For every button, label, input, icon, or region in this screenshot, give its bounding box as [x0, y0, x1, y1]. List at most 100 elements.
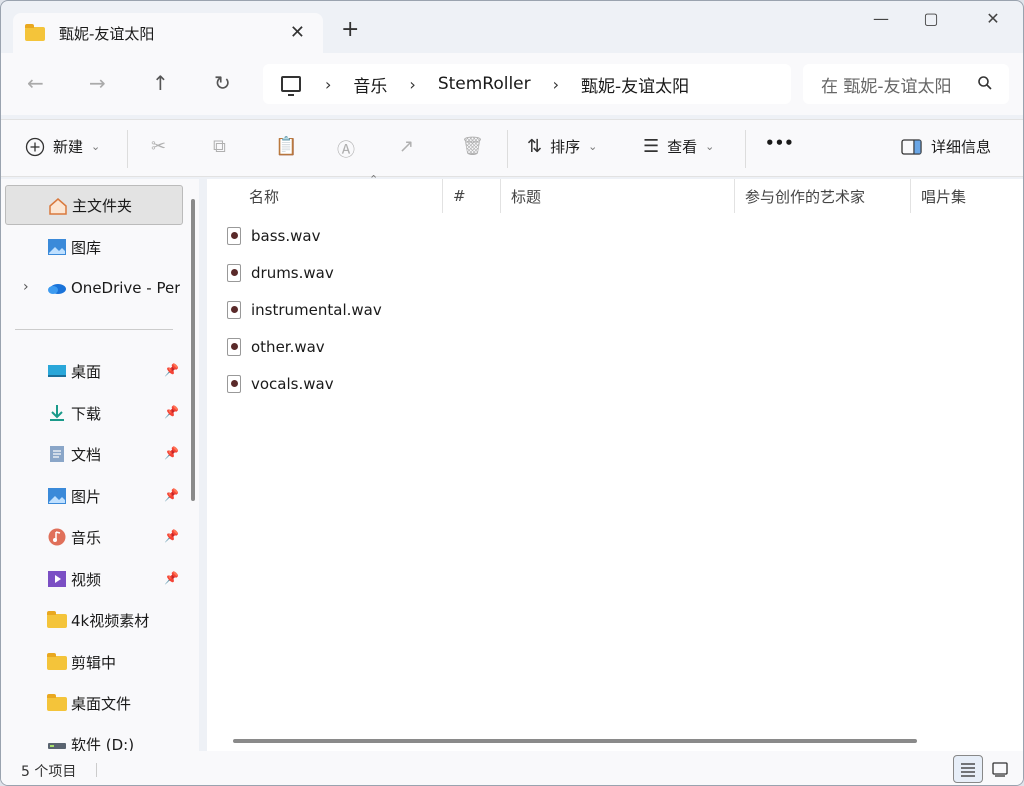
cut-icon[interactable]: ✂ [151, 136, 174, 157]
sidebar-divider [15, 329, 173, 330]
file-pane-scrollbar[interactable] [233, 739, 917, 743]
sidebar-item-pictures[interactable]: 图片 📌 [5, 476, 183, 516]
gallery-icon [48, 239, 66, 255]
chevron-right-icon[interactable]: › [325, 75, 331, 94]
column-header-artists[interactable]: 参与创作的艺术家 [735, 179, 911, 213]
sort-button[interactable]: ⇅ 排序 ⌄ [527, 136, 597, 157]
copy-icon[interactable]: ⧉ [213, 136, 234, 157]
back-arrow-icon[interactable]: ← [27, 71, 44, 95]
delete-icon[interactable]: 🗑 [461, 136, 492, 157]
pin-icon[interactable]: 📌 [164, 488, 179, 502]
chevron-right-icon[interactable]: › [23, 279, 29, 295]
file-row[interactable]: bass.wav [227, 219, 320, 253]
search-input[interactable]: 在 甄妮-友谊太阳 [803, 64, 1009, 104]
paste-icon[interactable]: 📋 [275, 136, 305, 157]
tab-title: 甄妮-友谊太阳 [59, 24, 155, 43]
breadcrumb-item[interactable]: StemRoller [438, 74, 531, 94]
file-row[interactable]: other.wav [227, 330, 325, 364]
divider [96, 763, 97, 777]
desktop-icon [48, 365, 66, 377]
tab-current-folder[interactable]: 甄妮-友谊太阳 ✕ [13, 13, 323, 53]
breadcrumb-item[interactable]: 甄妮-友谊太阳 [581, 72, 689, 97]
file-name: vocals.wav [251, 375, 334, 393]
sidebar-item-onedrive[interactable]: › OneDrive - Per [5, 268, 183, 308]
pin-icon[interactable]: 📌 [164, 363, 179, 377]
details-view-icon [961, 763, 975, 777]
file-row[interactable]: instrumental.wav [227, 293, 382, 327]
sidebar-item-home[interactable]: 主文件夹 [5, 185, 183, 225]
sidebar-item-gallery[interactable]: 图库 [5, 227, 183, 267]
pin-icon[interactable]: 📌 [164, 571, 179, 585]
view-button[interactable]: ☰ 查看 ⌄ [643, 136, 714, 157]
file-row[interactable]: vocals.wav [227, 367, 334, 401]
pin-icon[interactable]: 📌 [164, 446, 179, 460]
new-button[interactable]: 新建 ⌄ [25, 136, 100, 157]
column-header-number[interactable]: # [443, 179, 501, 213]
sidebar-item-folder[interactable]: 桌面文件 [5, 683, 183, 723]
pin-icon[interactable]: 📌 [164, 529, 179, 543]
column-header-name[interactable]: ⌃ 名称 [239, 173, 443, 213]
audio-file-icon [227, 375, 241, 393]
sidebar-item-desktop[interactable]: 桌面 📌 [5, 351, 183, 391]
chevron-right-icon[interactable]: › [409, 75, 415, 94]
folder-icon [47, 653, 67, 671]
column-header-album[interactable]: 唱片集 [911, 179, 1023, 213]
home-icon [49, 198, 67, 215]
pictures-icon [48, 488, 66, 504]
onedrive-icon [48, 284, 66, 294]
details-pane-button[interactable]: 详细信息 [901, 136, 991, 157]
folder-icon [47, 694, 67, 712]
minimize-button[interactable]: — [856, 9, 906, 28]
new-tab-button[interactable]: + [341, 17, 359, 42]
view-label: 查看 [667, 138, 698, 156]
breadcrumb: › 音乐 › StemRoller › 甄妮-友谊太阳 [325, 72, 711, 97]
refresh-icon[interactable]: ↻ [214, 71, 231, 95]
sidebar-item-music[interactable]: 音乐 📌 [5, 517, 183, 557]
sidebar-item-downloads[interactable]: 下载 📌 [5, 393, 183, 433]
file-name: other.wav [251, 338, 325, 356]
close-window-button[interactable]: ✕ [968, 9, 1018, 28]
column-header-title[interactable]: 标题 [501, 179, 735, 213]
chevron-right-icon[interactable]: › [553, 75, 559, 94]
sidebar-item-folder[interactable]: 剪辑中 [5, 642, 183, 682]
folder-icon [47, 611, 67, 629]
close-tab-icon[interactable]: ✕ [290, 22, 305, 43]
new-label: 新建 [53, 138, 84, 156]
sidebar-item-folder[interactable]: 4k视频素材 [5, 600, 183, 640]
sort-label: 排序 [550, 138, 581, 156]
rename-icon[interactable]: Ⓐ [337, 136, 363, 162]
details-view-button[interactable] [953, 755, 983, 783]
tiles-view-icon [992, 762, 1008, 777]
tiles-view-button[interactable] [985, 755, 1015, 783]
details-pane-icon [901, 138, 922, 155]
download-icon [50, 405, 64, 421]
chevron-down-icon: ⌄ [91, 140, 101, 153]
sidebar-item-videos[interactable]: 视频 📌 [5, 559, 183, 599]
this-pc-icon[interactable] [281, 76, 301, 96]
documents-icon [50, 446, 64, 462]
more-options-button[interactable]: ••• [765, 134, 794, 152]
sidebar-scrollbar[interactable] [191, 199, 195, 501]
pin-icon[interactable]: 📌 [164, 405, 179, 419]
chevron-down-icon: ⌄ [705, 140, 715, 153]
videos-icon [48, 571, 66, 587]
divider [507, 130, 508, 168]
folder-icon [25, 24, 45, 41]
search-placeholder: 在 甄妮-友谊太阳 [821, 76, 952, 97]
sidebar-item-documents[interactable]: 文档 📌 [5, 434, 183, 474]
file-name: bass.wav [251, 227, 321, 245]
up-arrow-icon[interactable]: ↑ [152, 71, 169, 95]
search-icon [978, 76, 992, 90]
address-bar[interactable]: › 音乐 › StemRoller › 甄妮-友谊太阳 [263, 64, 791, 104]
maximize-button[interactable]: ▢ [906, 9, 956, 28]
forward-arrow-icon[interactable]: → [89, 71, 106, 95]
sort-icon: ⇅ [527, 136, 543, 157]
share-icon[interactable]: ↗ [399, 136, 422, 157]
navigation-pane: 主文件夹 图库 › OneDrive - Per 桌面 📌 下载 📌 文档 📌 [1, 179, 199, 754]
audio-file-icon [227, 338, 241, 356]
breadcrumb-item[interactable]: 音乐 [353, 72, 387, 97]
file-explorer-window: 甄妮-友谊太阳 ✕ + — ▢ ✕ ← → ↑ ↻ › 音乐 › StemRol… [0, 0, 1024, 786]
navigation-bar: ← → ↑ ↻ › 音乐 › StemRoller › 甄妮-友谊太阳 在 甄妮… [1, 53, 1023, 115]
file-row[interactable]: drums.wav [227, 256, 334, 290]
item-count: 5 个项目 [21, 764, 77, 780]
